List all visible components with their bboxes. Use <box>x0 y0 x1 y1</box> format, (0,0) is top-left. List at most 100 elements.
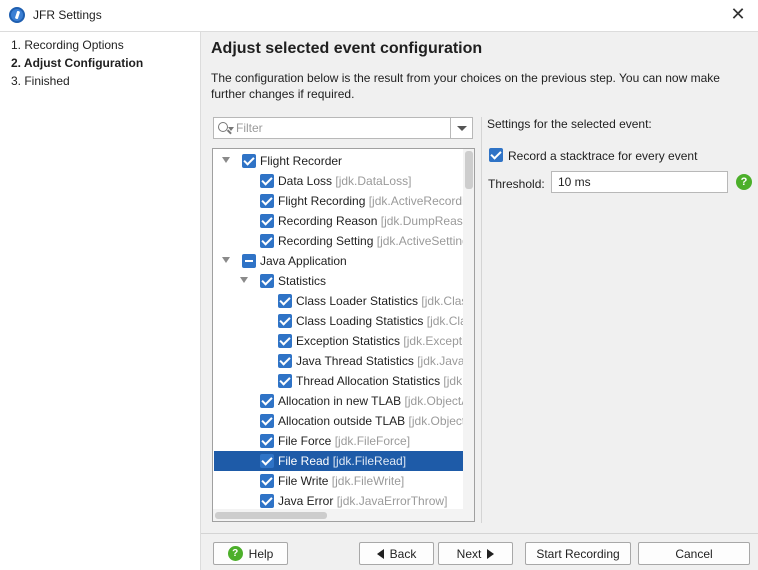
chevron-down-icon[interactable] <box>222 157 230 163</box>
event-id: [jdk.ObjectA <box>404 394 470 408</box>
main-panel: Adjust selected event configuration The … <box>201 31 758 570</box>
tree-row-checkbox[interactable] <box>242 254 256 268</box>
tree-row-label: Flight Recorder <box>260 154 342 168</box>
tree-row-label: Flight Recording [jdk.ActiveRecordi <box>278 194 465 208</box>
tree-row-checkbox[interactable] <box>260 174 274 188</box>
tree-vertical-scroll-thumb[interactable] <box>465 151 473 189</box>
tree-row[interactable]: Statistics <box>214 271 464 291</box>
event-name: File Force <box>278 434 332 448</box>
tree-row-checkbox[interactable] <box>260 394 274 408</box>
event-name: Recording Setting <box>278 234 374 248</box>
tree-row[interactable]: Recording Reason [jdk.DumpReaso <box>214 211 469 231</box>
event-id: [jdk.FileForce] <box>334 434 411 448</box>
page-description: The configuration below is the result fr… <box>211 71 720 101</box>
tree-row-checkbox[interactable] <box>260 454 274 468</box>
search-options-caret-icon[interactable] <box>228 127 234 131</box>
arrow-left-icon <box>376 548 384 559</box>
tree-row[interactable]: Class Loader Statistics [jdk.Class <box>214 291 473 311</box>
panel-splitter[interactable] <box>481 117 482 523</box>
tree-row[interactable]: File Read [jdk.FileRead] <box>214 451 464 471</box>
tree-row-label: File Force [jdk.FileForce] <box>278 434 410 448</box>
tree-row[interactable]: Flight Recorder <box>214 151 464 171</box>
tree-row-label: Recording Reason [jdk.DumpReaso <box>278 214 469 228</box>
help-button[interactable]: ? Help <box>213 542 288 565</box>
tree-row[interactable]: File Write [jdk.FileWrite] <box>214 471 464 491</box>
help-icon: ? <box>227 546 243 561</box>
tree-row[interactable]: Class Loading Statistics [jdk.Clas <box>214 311 473 331</box>
tree-row-checkbox[interactable] <box>278 294 292 308</box>
threshold-input[interactable] <box>551 171 728 193</box>
page-title: Adjust selected event configuration <box>211 40 483 57</box>
step-finished: 3. Finished <box>11 74 70 88</box>
next-button[interactable]: Next <box>438 542 513 565</box>
tree-row[interactable]: File Force [jdk.FileForce] <box>214 431 464 451</box>
tree-row-checkbox[interactable] <box>278 354 292 368</box>
tree-row[interactable]: Data Loss [jdk.DataLoss] <box>214 171 464 191</box>
tree-row-checkbox[interactable] <box>260 434 274 448</box>
tree-row-checkbox[interactable] <box>260 474 274 488</box>
event-tree[interactable]: Flight Recorder Data Loss [jdk.DataLoss] F… <box>212 148 475 522</box>
step-adjust-configuration: 2. Adjust Configuration <box>11 56 144 70</box>
tree-row-checkbox[interactable] <box>260 414 274 428</box>
tree-row-checkbox[interactable] <box>260 274 274 288</box>
tree-row-checkbox[interactable] <box>278 314 292 328</box>
stacktrace-checkbox[interactable] <box>489 148 503 162</box>
tree-row[interactable]: Java Thread Statistics [jdk.JavaTh <box>214 351 474 371</box>
event-name: Allocation outside TLAB <box>278 414 406 428</box>
event-name: Class Loader Statistics <box>296 294 419 308</box>
event-name: Statistics <box>278 274 327 288</box>
footer-divider <box>201 533 758 534</box>
tree-row[interactable]: Allocation outside TLAB [jdk.Object <box>214 411 465 431</box>
event-id: [jdk.DumpReaso <box>380 214 470 228</box>
jfr-app-icon <box>9 7 25 23</box>
tree-row-checkbox[interactable] <box>278 374 292 388</box>
tree-row[interactable]: Thread Allocation Statistics [jdk. <box>214 371 465 391</box>
cancel-button[interactable]: Cancel <box>638 542 750 565</box>
help-button-label: Help <box>248 546 274 561</box>
event-name: File Write <box>278 474 329 488</box>
chevron-down-icon[interactable] <box>222 257 230 263</box>
event-id: [jdk.DataLoss] <box>335 174 412 188</box>
event-id: [jdk.Object <box>408 414 466 428</box>
wizard-steps-panel: 1. Recording Options 2. Adjust Configura… <box>0 31 201 570</box>
tree-row[interactable]: Java Error [jdk.JavaErrorThrow] <box>214 491 464 511</box>
tree-horizontal-scroll-thumb[interactable] <box>215 512 327 519</box>
back-button[interactable]: Back <box>359 542 434 565</box>
filter-input[interactable] <box>236 120 448 136</box>
tree-row-label: Recording Setting [jdk.ActiveSetting <box>278 234 469 248</box>
settings-title: Settings for the selected event: <box>487 117 652 131</box>
stacktrace-label[interactable]: Record a stacktrace for every event <box>508 149 697 163</box>
tree-row-label: Class Loader Statistics [jdk.Class <box>296 294 473 308</box>
tree-row[interactable]: Java Application <box>214 251 464 271</box>
tree-row-label: Data Loss [jdk.DataLoss] <box>278 174 411 188</box>
filter-combo[interactable] <box>213 117 473 139</box>
tree-row-label: Allocation outside TLAB [jdk.Object <box>278 414 465 428</box>
tree-row-label: Allocation in new TLAB [jdk.ObjectA <box>278 394 469 408</box>
event-name: Data Loss <box>278 174 333 188</box>
tree-row-checkbox[interactable] <box>242 154 256 168</box>
tree-row-checkbox[interactable] <box>260 214 274 228</box>
event-id: [jdk.ActiveSetting <box>376 234 469 248</box>
tree-row-checkbox[interactable] <box>260 234 274 248</box>
filter-dropdown-button[interactable] <box>450 118 472 138</box>
tree-horizontal-scrollbar[interactable] <box>213 509 463 521</box>
start-recording-button[interactable]: Start Recording <box>525 542 631 565</box>
tree-row-checkbox[interactable] <box>260 194 274 208</box>
tree-row[interactable]: Recording Setting [jdk.ActiveSetting <box>214 231 469 251</box>
tree-row-checkbox[interactable] <box>278 334 292 348</box>
threshold-help-icon[interactable]: ? <box>736 174 752 190</box>
tree-row[interactable]: Exception Statistics [jdk.Exceptio <box>214 331 471 351</box>
tree-row[interactable]: Allocation in new TLAB [jdk.ObjectA <box>214 391 469 411</box>
tree-row-label: Java Error [jdk.JavaErrorThrow] <box>278 494 447 508</box>
tree-vertical-scrollbar[interactable] <box>463 149 474 521</box>
event-name: Java Application <box>260 254 347 268</box>
tree-row-checkbox[interactable] <box>260 494 274 508</box>
chevron-down-icon[interactable] <box>240 277 248 283</box>
tree-row-label: Class Loading Statistics [jdk.Clas <box>296 314 473 328</box>
event-id: [jdk.ActiveRecordi <box>368 194 465 208</box>
window-title: JFR Settings <box>33 8 102 22</box>
tree-row-label: Statistics <box>278 274 326 288</box>
tree-row[interactable]: Flight Recording [jdk.ActiveRecordi <box>214 191 465 211</box>
close-icon[interactable]: ✕ <box>726 4 750 26</box>
event-name: Flight Recorder <box>260 154 343 168</box>
